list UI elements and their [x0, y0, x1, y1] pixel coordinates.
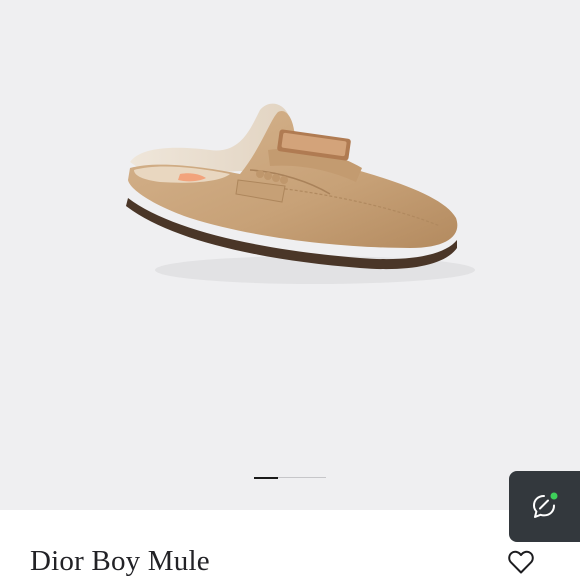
product-image-gallery[interactable] [0, 0, 580, 510]
chat-button[interactable] [509, 471, 580, 542]
pagination-active-segment [254, 476, 278, 479]
chat-bubble-icon [533, 492, 558, 518]
product-title: Dior Boy Mule [30, 545, 210, 577]
online-status-dot [550, 492, 558, 500]
gallery-pagination-indicator[interactable] [254, 476, 326, 479]
heart-outline-icon[interactable] [507, 549, 535, 575]
suede-mule-shoe-image [126, 103, 475, 284]
